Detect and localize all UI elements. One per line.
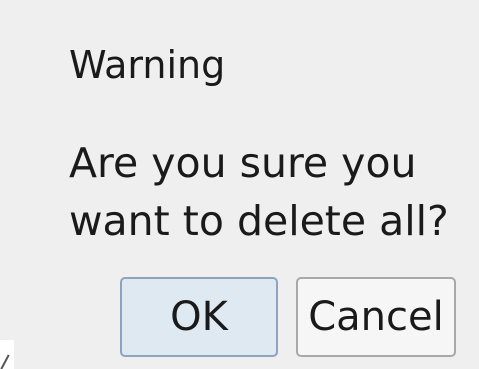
dialog-message: Are you sure you want to delete all?: [69, 139, 449, 245]
dialog-title: Warning: [69, 43, 226, 87]
warning-dialog: Warning Are you sure you want to delete …: [0, 0, 479, 369]
window-edge-fragment: [0, 340, 14, 369]
ok-button[interactable]: OK: [120, 277, 278, 357]
cancel-button[interactable]: Cancel: [296, 277, 456, 357]
